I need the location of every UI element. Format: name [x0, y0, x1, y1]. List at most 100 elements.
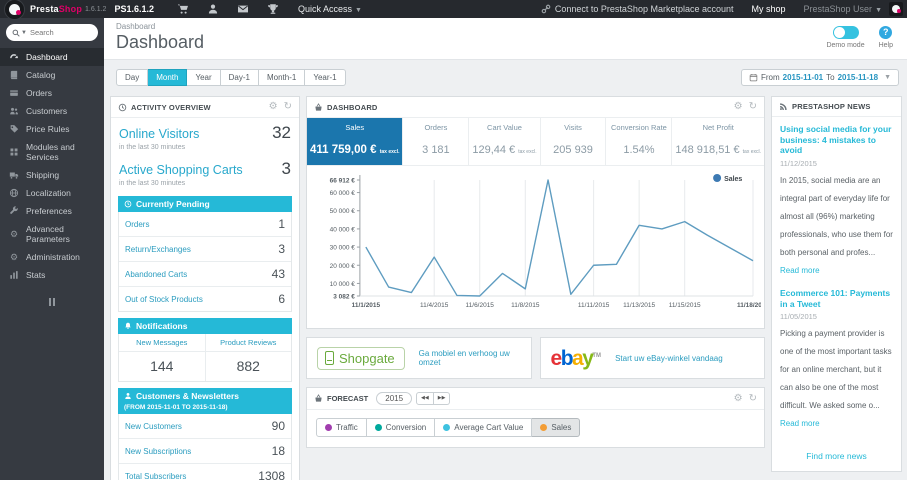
customer-icon[interactable] [207, 3, 219, 15]
kpi-cart-value[interactable]: Cart Value 129,44 € tax excl. [469, 118, 541, 165]
shopgate-link[interactable]: Ga mobiel en verhoog uw omzet [419, 349, 521, 367]
page-header: Dashboard Dashboard Demo mode ? Help [104, 18, 907, 60]
sidebar-item-preferences[interactable]: Preferences [0, 202, 104, 220]
range-button-year-1[interactable]: Year-1 [305, 69, 346, 86]
online-visitors-label[interactable]: Online Visitors [119, 127, 248, 142]
kpi-sales[interactable]: Sales 411 759,00 € tax excl. [307, 118, 404, 165]
svg-text:30 000 €: 30 000 € [330, 245, 356, 252]
quick-access-menu[interactable]: Quick Access ▼ [298, 4, 362, 14]
kpi-orders[interactable]: Orders 3 181 [403, 118, 470, 165]
sidebar-item-advanced-parameters[interactable]: ⚙ Advanced Parameters [0, 220, 104, 248]
sidebar-item-stats[interactable]: Stats [0, 266, 104, 284]
panel-refresh-icon[interactable]: ↻ [749, 393, 757, 404]
find-more-news-link[interactable]: Find more news [772, 445, 901, 471]
article-title[interactable]: Using social media for your business: 4 … [780, 124, 893, 156]
group-icon [10, 107, 18, 115]
user-avatar[interactable] [889, 2, 903, 16]
pending-row-orders[interactable]: Orders 1 [119, 212, 291, 237]
cart-icon[interactable] [177, 3, 189, 15]
currently-pending-header: Currently Pending [118, 196, 292, 212]
date-range-picker[interactable]: From 2015-11-01 To 2015-11-18 ▼ [740, 69, 899, 86]
sidebar-search[interactable]: ▼ [6, 24, 98, 41]
gear-icon: ⚙ [9, 252, 19, 262]
article-excerpt: Picking a payment provider is one of the… [780, 329, 892, 411]
demo-mode-toggle[interactable] [832, 26, 859, 39]
sidebar-item-localization[interactable]: Localization [0, 184, 104, 202]
bar-chart-icon [10, 271, 18, 279]
sidebar-item-shipping[interactable]: Shipping [0, 166, 104, 184]
sidebar-item-modules[interactable]: Modules and Services [0, 138, 104, 166]
sidebar-item-catalog[interactable]: Catalog [0, 66, 104, 84]
sidebar-item-dashboard[interactable]: Dashboard [0, 48, 104, 66]
prestashop-logo[interactable] [4, 0, 25, 20]
range-button-day[interactable]: Day [116, 69, 149, 86]
sidebar-item-customers[interactable]: Customers [0, 102, 104, 120]
panel-settings-icon[interactable]: ⚙ [734, 393, 743, 404]
panel-refresh-icon[interactable]: ↻ [284, 102, 292, 112]
series-button-conversion[interactable]: Conversion [366, 418, 436, 437]
svg-text:60 000 €: 60 000 € [330, 190, 356, 197]
article-date: 11/05/2015 [780, 312, 817, 322]
range-button-day-1[interactable]: Day-1 [220, 69, 259, 86]
range-button-month-1[interactable]: Month-1 [258, 69, 306, 86]
marketplace-link[interactable]: Connect to PrestaShop Marketplace accoun… [541, 4, 734, 14]
series-button-traffic[interactable]: Traffic [316, 418, 367, 437]
brand-name: PrestaShop [30, 4, 83, 14]
date-to: 2015-11-18 [837, 73, 879, 82]
pending-row-abandoned-carts[interactable]: Abandoned Carts 43 [119, 262, 291, 287]
search-scope-caret[interactable]: ▼ [21, 30, 27, 36]
search-input[interactable] [29, 28, 82, 37]
forecast-next-button[interactable]: ▶▶ [433, 392, 451, 405]
row-total-subscribers[interactable]: Total Subscribers 1308 [119, 464, 291, 480]
online-visitors-stat: Online Visitors 32 in the last 30 minute… [119, 123, 291, 151]
sidebar-item-price-rules[interactable]: Price Rules [0, 120, 104, 138]
sidebar-item-orders[interactable]: Orders [0, 84, 104, 102]
user-icon [125, 393, 131, 399]
svg-text:11/18/2015: 11/18/2015 [737, 302, 761, 309]
svg-text:11/6/2015: 11/6/2015 [466, 302, 495, 309]
panel-settings-icon[interactable]: ⚙ [269, 102, 278, 112]
ebay-link[interactable]: Start uw eBay-winkel vandaag [615, 354, 723, 363]
topbar: PrestaShop 1.6.1.2 PS1.6.1.2 Quick Acces… [0, 0, 907, 20]
user-menu[interactable]: PrestaShop User ▼ [804, 4, 882, 14]
kpi-net-profit[interactable]: Net Profit 148 918,51 € tax excl. [672, 118, 764, 165]
row-new-customers[interactable]: New Customers 90 [119, 414, 291, 439]
read-more-link[interactable]: Read more [780, 419, 820, 428]
news-article: Using social media for your business: 4 … [780, 124, 893, 278]
forecast-prev-button[interactable]: ◀◀ [416, 392, 434, 405]
panel-refresh-icon[interactable]: ↻ [749, 102, 757, 112]
sidebar-item-administration[interactable]: ⚙ Administration [0, 248, 104, 266]
product-reviews-cell[interactable]: Product Reviews 882 [204, 334, 291, 381]
panel-settings-icon[interactable]: ⚙ [734, 102, 743, 112]
kpi-conversion-rate[interactable]: Conversion Rate 1.54% [606, 118, 673, 165]
row-new-subscriptions[interactable]: New Subscriptions 18 [119, 439, 291, 464]
new-messages-cell[interactable]: New Messages 144 [119, 334, 205, 381]
pending-row-returns[interactable]: Return/Exchanges 3 [119, 237, 291, 262]
help-icon[interactable]: ? [879, 26, 893, 39]
article-title[interactable]: Ecommerce 101: Payments in a Tweet [780, 288, 893, 309]
series-button-average-cart-value[interactable]: Average Cart Value [435, 418, 533, 437]
sales-dot [540, 424, 548, 431]
phone-icon [325, 351, 334, 365]
shopgate-logo: Shopgate [317, 346, 405, 370]
demo-mode-control: Demo mode [826, 26, 865, 49]
kpi-visits[interactable]: Visits 205 939 [541, 118, 607, 165]
trophy-icon[interactable] [267, 3, 279, 15]
sidebar-collapse-button[interactable] [0, 298, 104, 306]
modules-icon [10, 148, 18, 156]
svg-text:3 082 €: 3 082 € [333, 293, 355, 300]
messages-icon[interactable] [237, 3, 249, 15]
gauge-icon [10, 54, 18, 59]
range-button-year[interactable]: Year [187, 69, 221, 86]
read-more-link[interactable]: Read more [780, 266, 820, 275]
pending-row-out-of-stock[interactable]: Out of Stock Products 6 [119, 287, 291, 311]
active-carts-label[interactable]: Active Shopping Carts [119, 163, 248, 178]
series-button-sales[interactable]: Sales [532, 418, 581, 437]
shopgate-banner: Shopgate Ga mobiel en verhoog uw omzet [306, 337, 532, 379]
my-shop-link[interactable]: My shop [752, 4, 786, 14]
breadcrumb[interactable]: Dashboard [116, 22, 204, 31]
range-button-month[interactable]: Month [148, 69, 188, 86]
orders-icon [10, 90, 18, 96]
svg-text:11/15/2015: 11/15/2015 [669, 302, 701, 309]
prestashop-news-panel: PRESTASHOP NEWS Using social media for y… [771, 96, 902, 473]
